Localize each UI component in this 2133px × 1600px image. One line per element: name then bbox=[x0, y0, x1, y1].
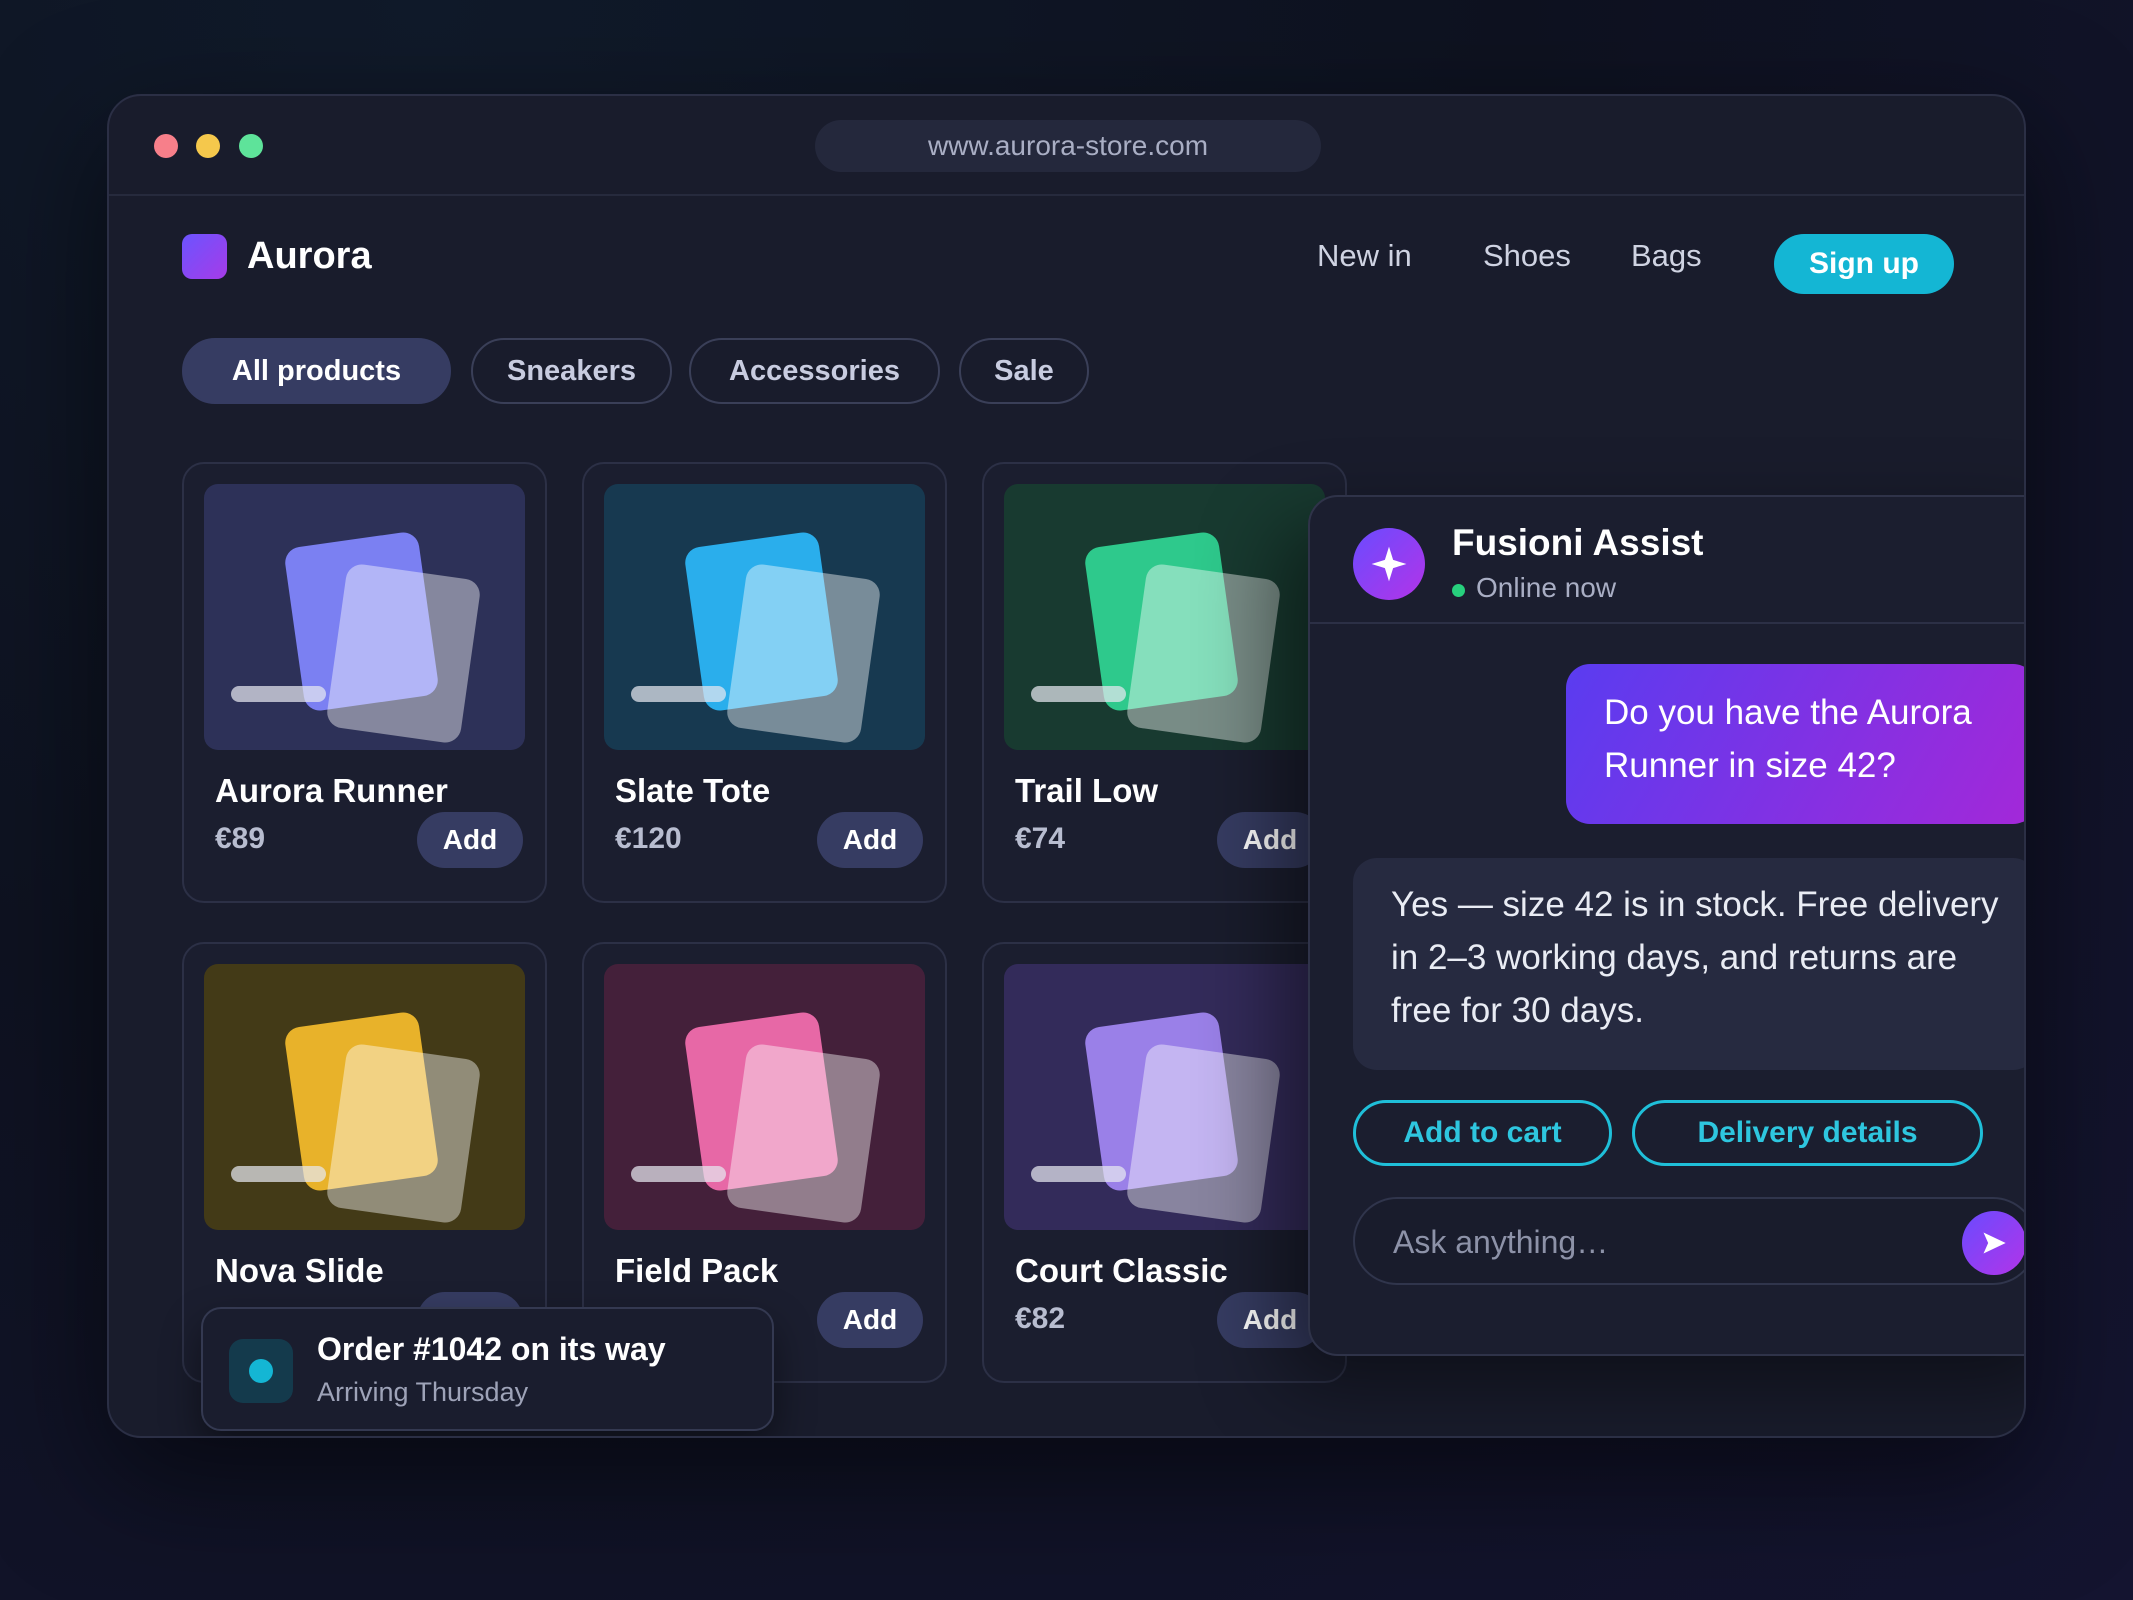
chat-input[interactable] bbox=[1393, 1215, 1933, 1269]
product-card[interactable]: Slate Tote €120 Add bbox=[582, 462, 947, 903]
chat-header: Fusioni Assist Online now bbox=[1310, 497, 2024, 624]
send-button[interactable] bbox=[1962, 1211, 2024, 1275]
product-price: €74 bbox=[1015, 822, 1066, 855]
filter-sneakers[interactable]: Sneakers bbox=[471, 338, 672, 404]
maximize-window-dot[interactable] bbox=[239, 134, 263, 158]
delivery-details-button[interactable]: Delivery details bbox=[1632, 1100, 1983, 1166]
product-image bbox=[204, 964, 525, 1230]
add-button[interactable]: Add bbox=[417, 812, 523, 868]
product-tile-front bbox=[325, 562, 482, 745]
toast-subtitle: Arriving Thursday bbox=[317, 1377, 529, 1407]
product-tile-front bbox=[725, 562, 882, 745]
minimize-window-dot[interactable] bbox=[196, 134, 220, 158]
chat-panel: Fusioni Assist Online now Do you have th… bbox=[1308, 495, 2024, 1356]
product-name: Field Pack bbox=[615, 1252, 779, 1289]
product-card[interactable]: Court Classic €82 Add bbox=[982, 942, 1347, 1383]
order-toast[interactable]: Order #1042 on its way Arriving Thursday bbox=[201, 1307, 774, 1431]
product-image bbox=[1004, 484, 1325, 750]
product-image-bar bbox=[231, 1166, 326, 1182]
product-image-bar bbox=[631, 1166, 726, 1182]
user-message: Do you have the Aurora Runner in size 42… bbox=[1566, 664, 2024, 824]
product-name: Court Classic bbox=[1015, 1252, 1228, 1289]
toast-title: Order #1042 on its way bbox=[317, 1331, 666, 1367]
add-to-cart-button[interactable]: Add to cart bbox=[1353, 1100, 1612, 1166]
brand-name: Aurora bbox=[247, 235, 372, 277]
filter-all-products[interactable]: All products bbox=[182, 338, 451, 404]
product-price: €89 bbox=[215, 822, 266, 855]
add-button[interactable]: Add bbox=[817, 812, 923, 868]
product-price: €120 bbox=[615, 822, 682, 855]
online-status-icon bbox=[1452, 584, 1465, 597]
product-card[interactable]: Aurora Runner €89 Add bbox=[182, 462, 547, 903]
brand[interactable]: Aurora bbox=[182, 234, 372, 279]
chat-composer bbox=[1353, 1197, 2024, 1285]
close-window-dot[interactable] bbox=[154, 134, 178, 158]
nav-new-in[interactable]: New in bbox=[1317, 238, 1412, 274]
product-card[interactable]: Trail Low €74 Add bbox=[982, 462, 1347, 903]
assistant-name: Fusioni Assist bbox=[1452, 522, 1704, 563]
product-tile-front bbox=[325, 1042, 482, 1225]
product-image bbox=[604, 484, 925, 750]
product-image-bar bbox=[1031, 1166, 1126, 1182]
browser-window: www.aurora-store.com Aurora New in Shoes… bbox=[107, 94, 2026, 1438]
product-image bbox=[604, 964, 925, 1230]
product-image-bar bbox=[231, 686, 326, 702]
product-price: €82 bbox=[1015, 1302, 1066, 1335]
product-image-bar bbox=[631, 686, 726, 702]
nav-bags[interactable]: Bags bbox=[1631, 238, 1702, 274]
sparkle-icon bbox=[1353, 528, 1425, 600]
brand-logo-icon bbox=[182, 234, 227, 279]
product-name: Nova Slide bbox=[215, 1252, 384, 1289]
add-button[interactable]: Add bbox=[817, 1292, 923, 1348]
filter-accessories[interactable]: Accessories bbox=[689, 338, 940, 404]
product-name: Aurora Runner bbox=[215, 772, 448, 809]
send-icon bbox=[1983, 1232, 2006, 1254]
product-image bbox=[204, 484, 525, 750]
online-status: Online now bbox=[1476, 572, 1617, 603]
product-image bbox=[1004, 964, 1325, 1230]
sign-up-button[interactable]: Sign up bbox=[1774, 234, 1954, 294]
product-tile-front bbox=[725, 1042, 882, 1225]
filter-sale[interactable]: Sale bbox=[959, 338, 1089, 404]
title-bar: www.aurora-store.com bbox=[109, 96, 2024, 196]
address-bar[interactable]: www.aurora-store.com bbox=[815, 120, 1321, 172]
nav-shoes[interactable]: Shoes bbox=[1483, 238, 1571, 274]
product-name: Trail Low bbox=[1015, 772, 1159, 809]
product-name: Slate Tote bbox=[615, 772, 771, 809]
product-tile-front bbox=[1125, 562, 1282, 745]
product-image-bar bbox=[1031, 686, 1126, 702]
assistant-message: Yes — size 42 is in stock. Free delivery… bbox=[1353, 858, 2024, 1070]
product-tile-front bbox=[1125, 1042, 1282, 1225]
delivery-status-icon bbox=[229, 1339, 293, 1403]
